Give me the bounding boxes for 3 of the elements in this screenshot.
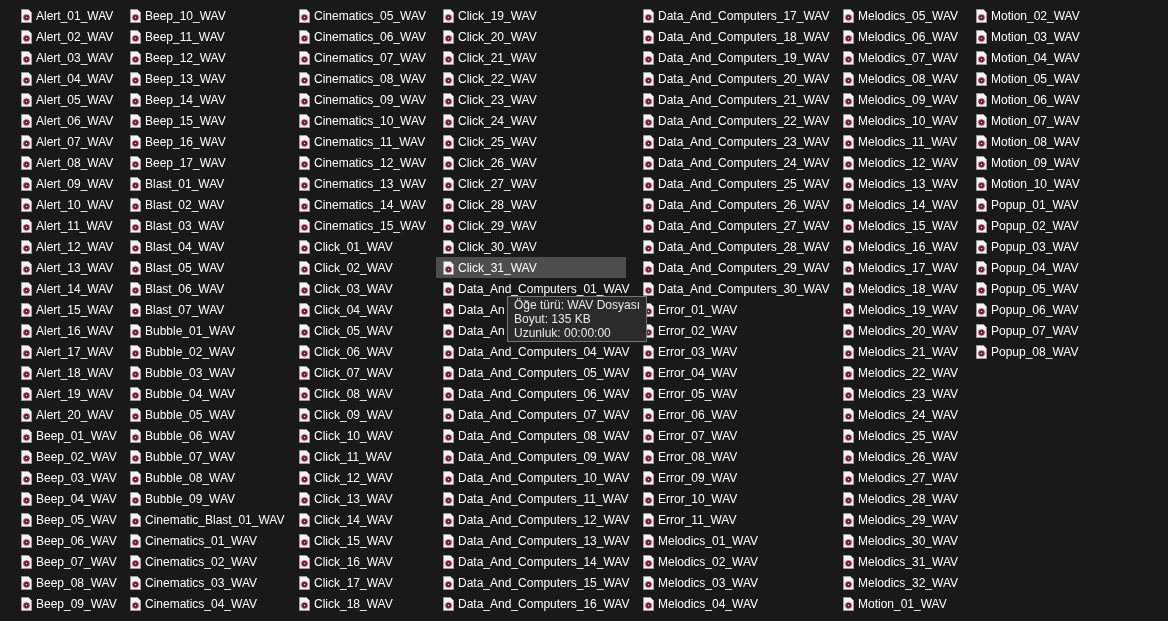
tooltip-line: Uzunluk: 00:00:00 (514, 326, 612, 340)
tooltip-line: Boyut: 135 KB (514, 312, 592, 326)
tooltip-line: Öğe türü: WAV Dosyası (514, 298, 641, 312)
